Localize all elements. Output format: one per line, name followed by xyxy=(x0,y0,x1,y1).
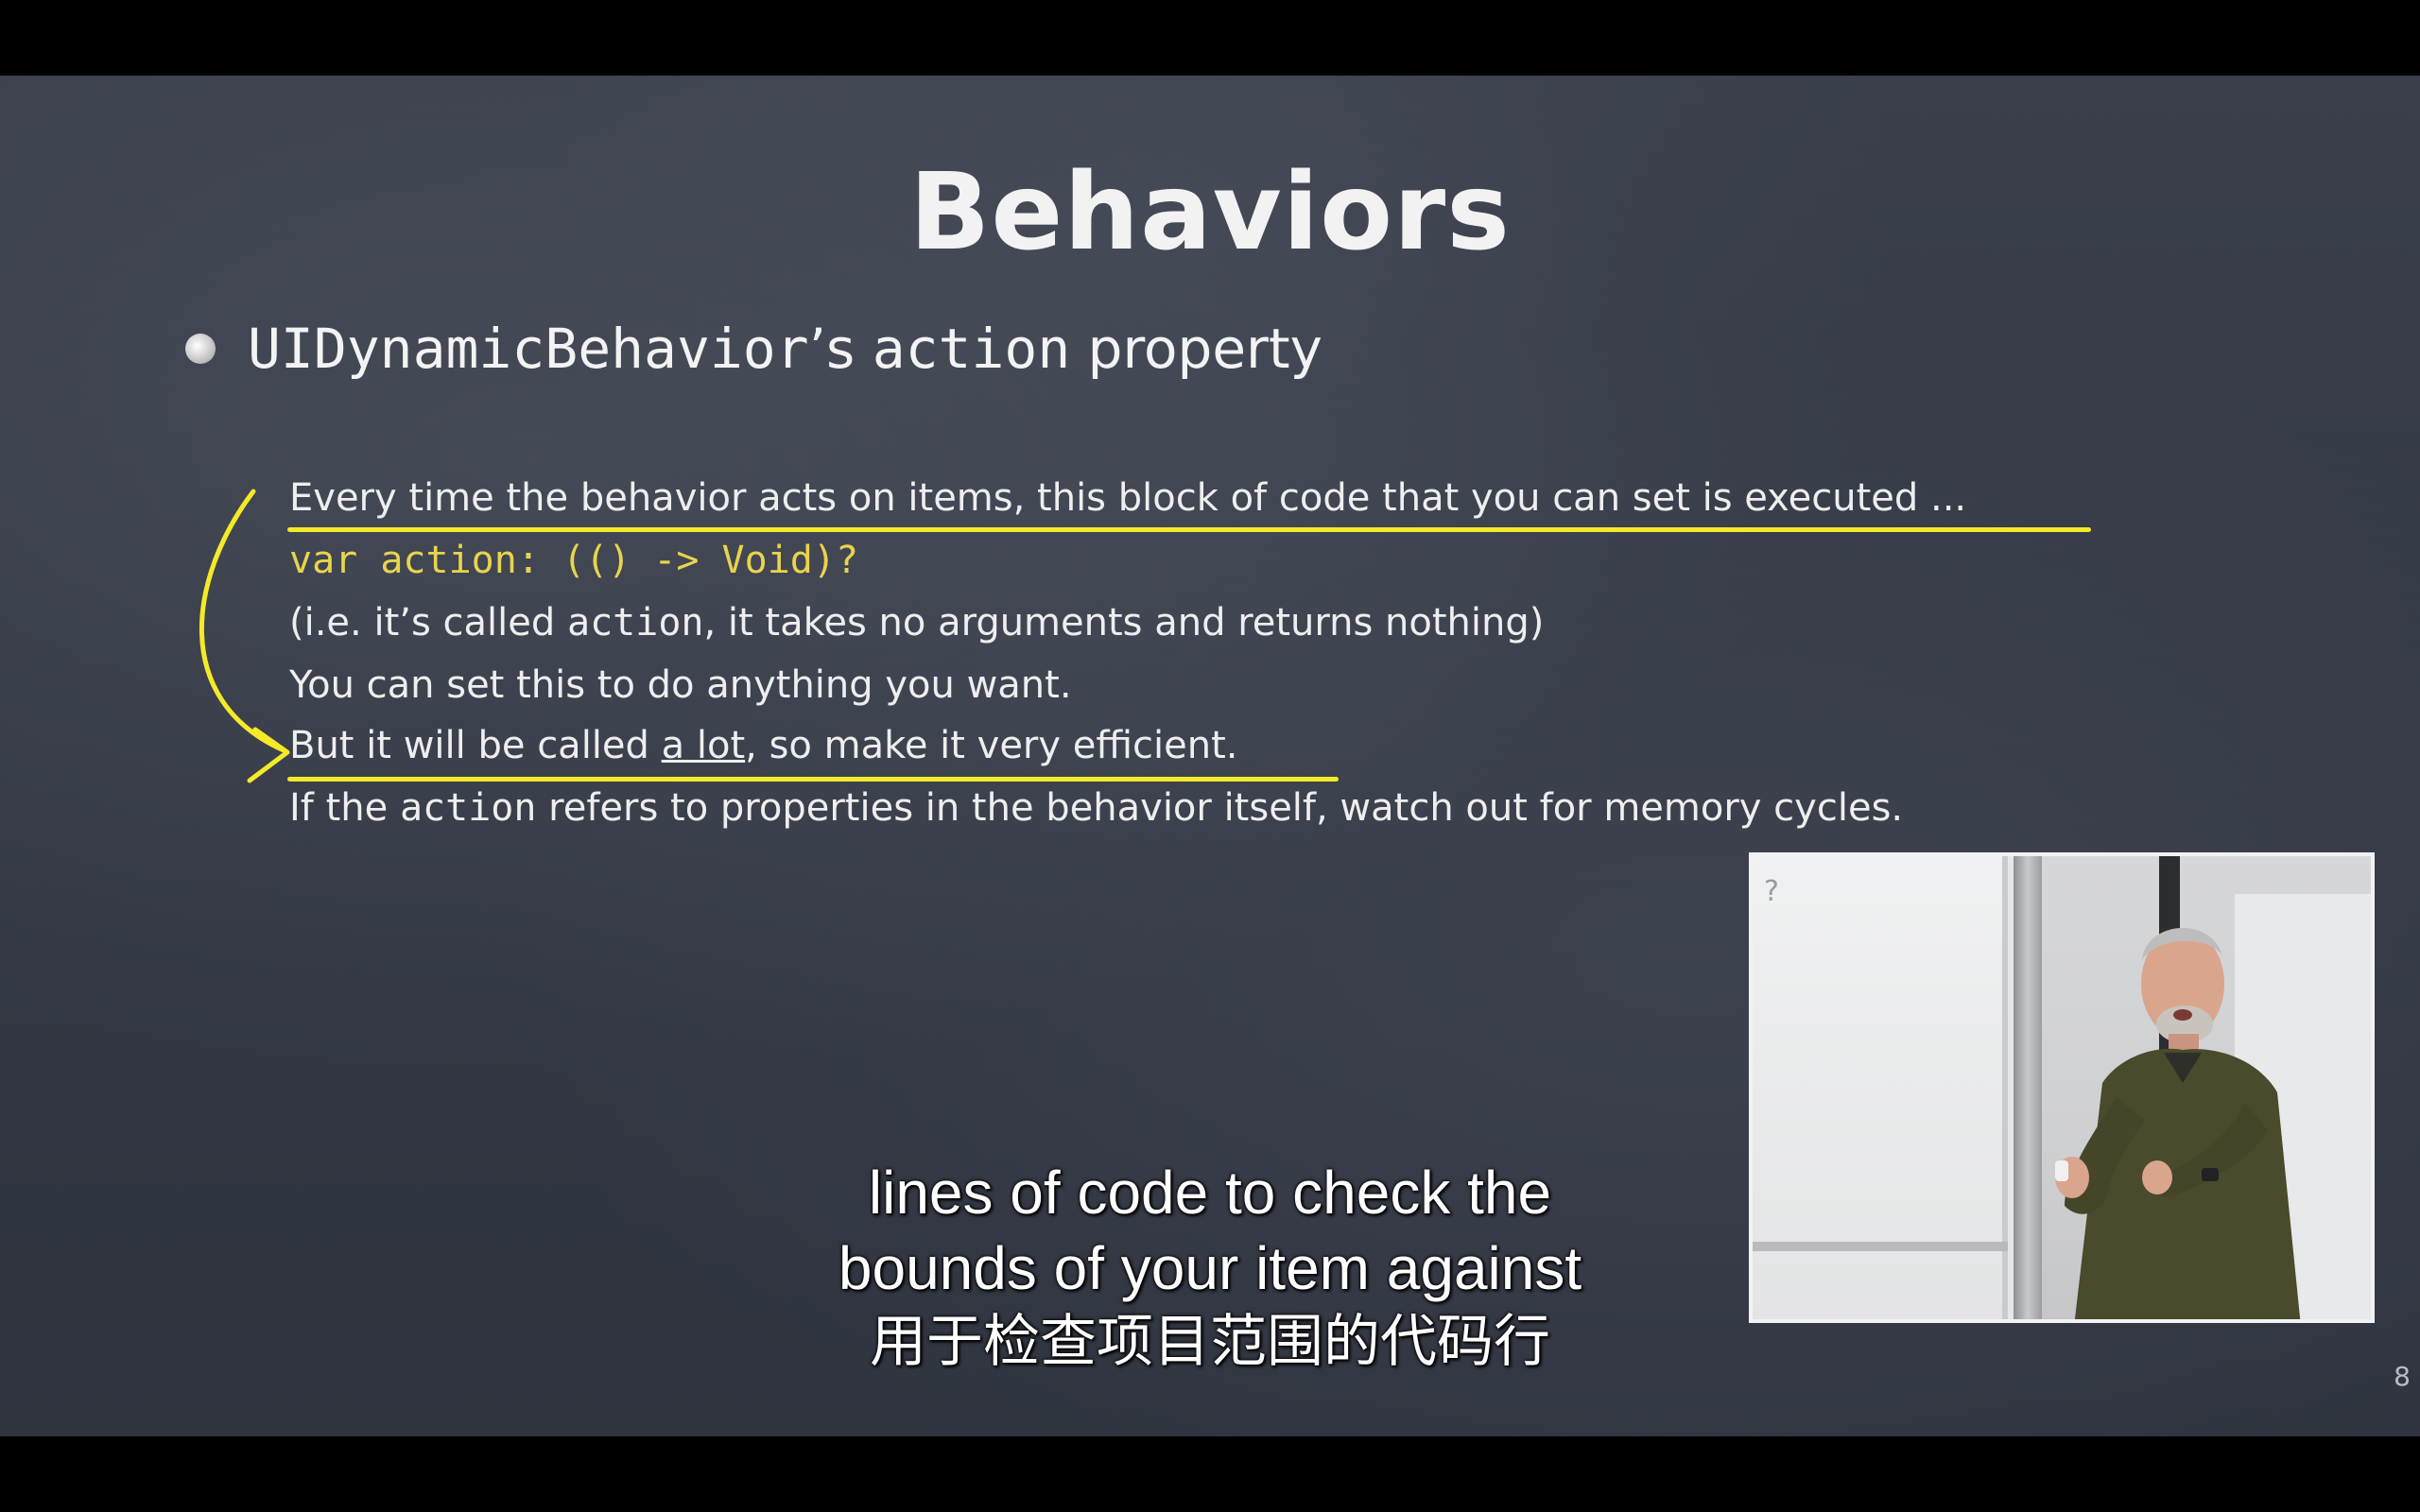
property-word: action xyxy=(872,317,1071,381)
slide-line-1: Every time the behavior acts on items, t… xyxy=(289,476,1967,520)
slide-title: Behaviors xyxy=(909,151,1511,274)
possessive-suffix: ’s xyxy=(808,317,856,381)
line5-prefix: But it will be called xyxy=(289,724,662,767)
highlight-underline-1 xyxy=(287,527,2091,532)
line3-prefix: (i.e. it’s called xyxy=(289,601,567,644)
slide-line-4: You can set this to do anything you want… xyxy=(289,663,1072,707)
line5-underlined: a lot xyxy=(661,724,746,767)
line3-mono: action xyxy=(566,601,704,644)
subtitle-line-translation: 用于检查项目范围的代码行 xyxy=(870,1309,1550,1375)
highlight-underline-2 xyxy=(287,777,1339,782)
slide-line-5: But it will be called a lot, so make it … xyxy=(289,724,1238,767)
subtitle-line-2: bounds of your item against xyxy=(838,1234,1582,1302)
subtitle-overlay: lines of code to check the bounds of you… xyxy=(0,1155,2420,1378)
bullet-heading: UIDynamicBehavior’s action property xyxy=(185,317,1322,381)
slide-line-6: If the action refers to properties in th… xyxy=(289,786,1903,830)
line6-suffix: refers to properties in the behavior its… xyxy=(536,786,1904,830)
line6-mono: action xyxy=(399,786,537,830)
bullet-point-icon xyxy=(185,334,216,364)
line6-prefix: If the xyxy=(289,786,400,830)
slide-line-code: var action: (() -> Void)? xyxy=(289,539,859,582)
line5-suffix: , so make it very efficient. xyxy=(745,724,1238,767)
line3-suffix: , it takes no arguments and returns noth… xyxy=(703,601,1545,644)
annotation-arrow-icon xyxy=(199,489,290,783)
video-player[interactable]: Behaviors UIDynamicBehavior’s action pro… xyxy=(0,0,2420,1512)
whiteboard-mark: ? xyxy=(1764,875,1779,908)
subtitle-line-1: lines of code to check the xyxy=(868,1159,1552,1227)
class-name: UIDynamicBehavior xyxy=(248,317,809,381)
bullet-heading-text: UIDynamicBehavior’s action property xyxy=(248,317,1322,381)
slide-line-3: (i.e. it’s called action, it takes no ar… xyxy=(289,601,1544,644)
property-tail: property xyxy=(1087,317,1322,381)
